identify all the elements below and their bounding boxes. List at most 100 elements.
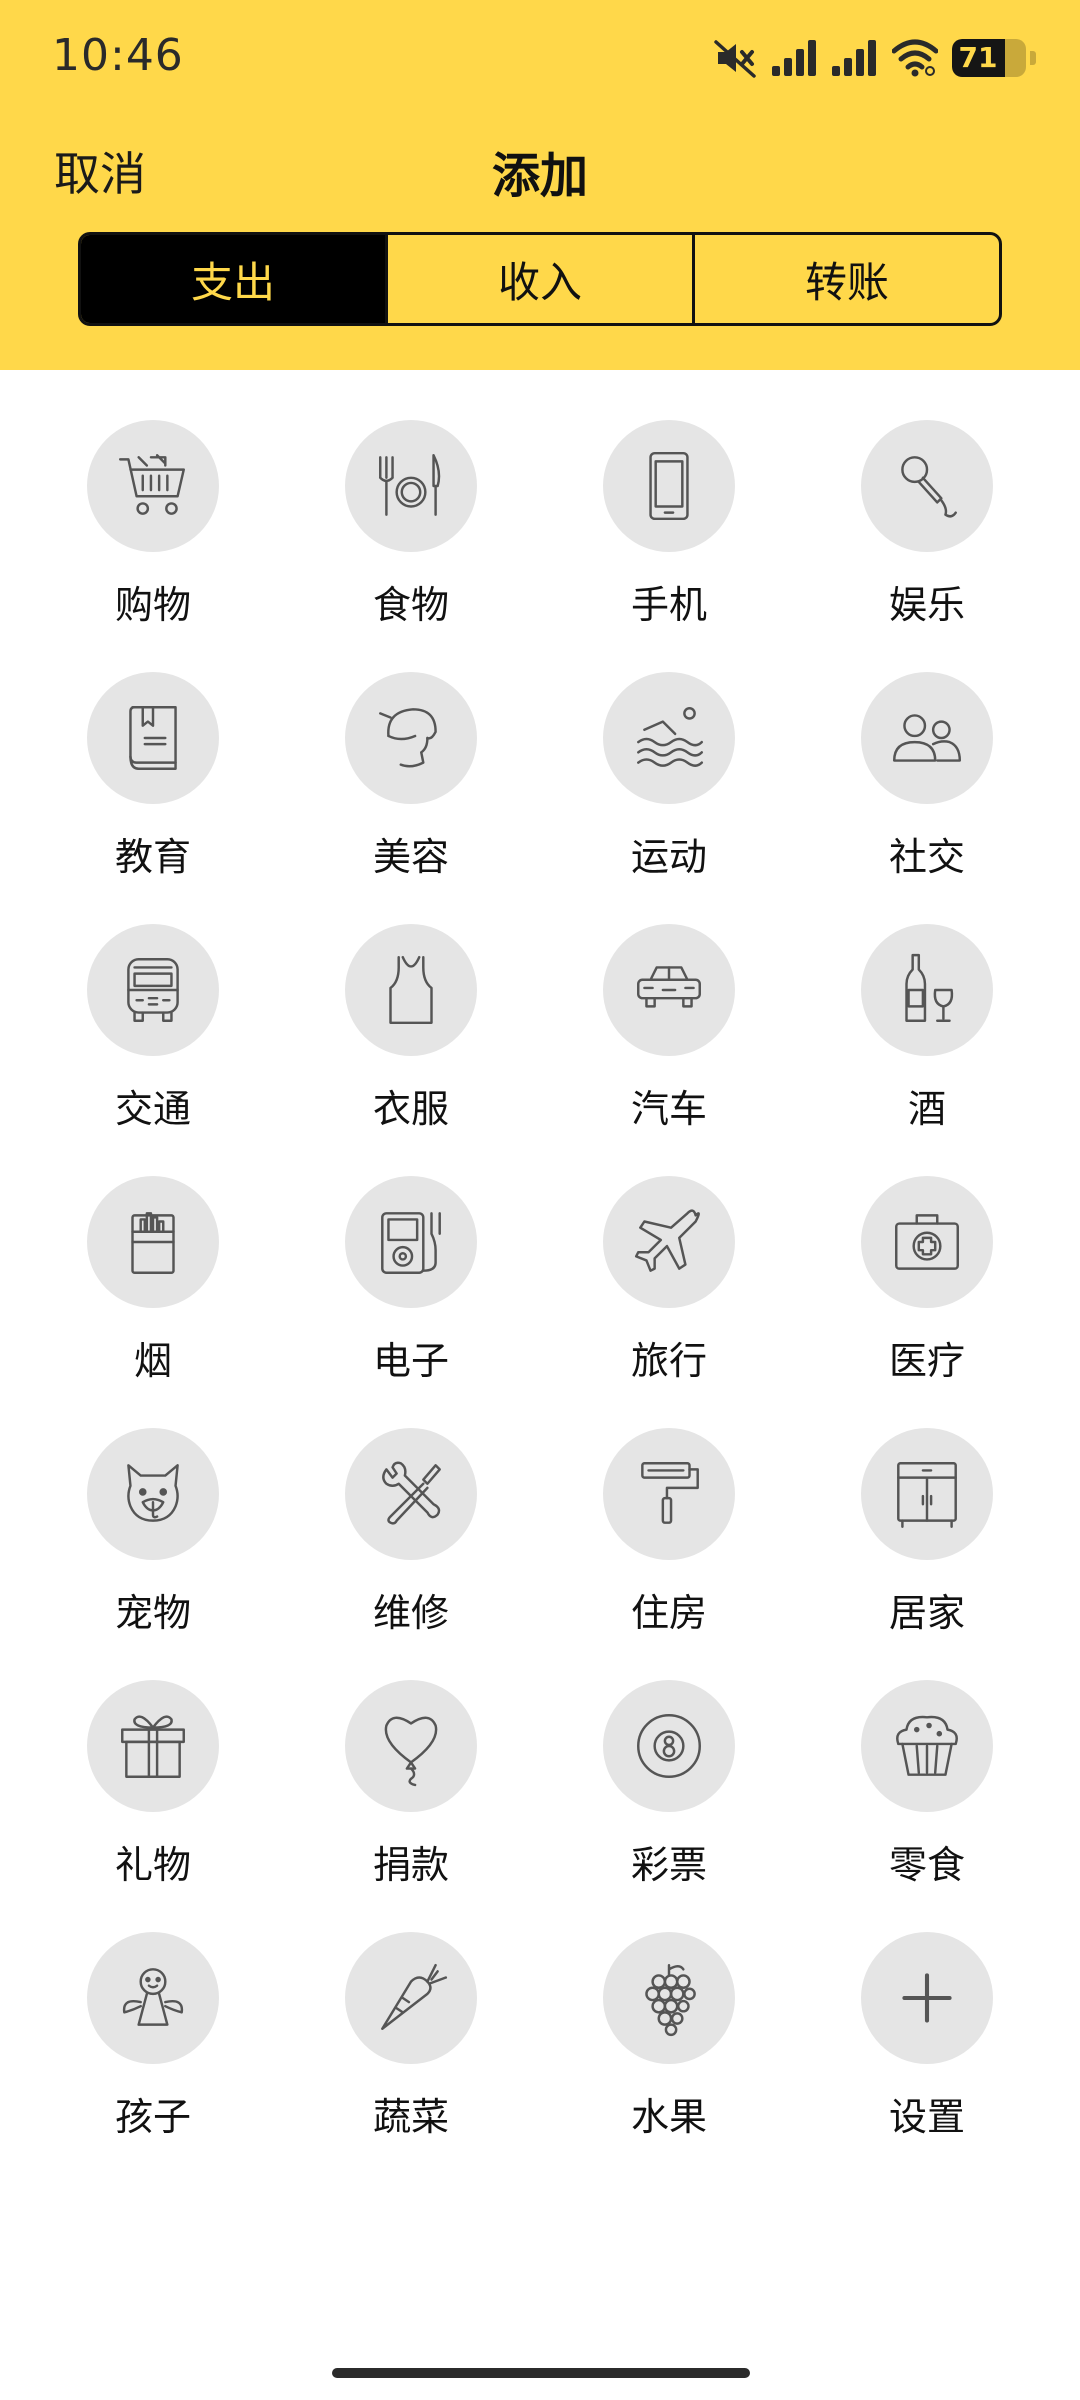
category-label: 美容 — [372, 835, 449, 879]
wine-icon — [886, 949, 968, 1031]
tab-income[interactable]: 收入 — [385, 235, 692, 323]
cabinet-icon — [886, 1453, 968, 1535]
music-player-icon — [370, 1201, 452, 1283]
category-label: 维修 — [372, 1591, 449, 1635]
category-label: 孩子 — [114, 2095, 191, 2139]
category-cigarettes[interactable]: 烟 — [24, 1176, 282, 1428]
category-label: 交通 — [114, 1087, 191, 1131]
category-fruit[interactable]: 水果 — [540, 1932, 798, 2184]
status-time: 10:46 — [52, 30, 184, 81]
category-label: 衣服 — [372, 1087, 449, 1131]
category-label: 娱乐 — [888, 583, 965, 627]
book-icon — [112, 697, 194, 779]
category-settings[interactable]: 设置 — [798, 1932, 1056, 2184]
beauty-head-icon — [370, 697, 452, 779]
category-label: 居家 — [888, 1591, 965, 1635]
category-travel[interactable]: 旅行 — [540, 1176, 798, 1428]
category-beauty[interactable]: 美容 — [282, 672, 540, 924]
gift-icon — [112, 1705, 194, 1787]
category-label: 水果 — [630, 2095, 707, 2139]
bus-icon — [112, 949, 194, 1031]
heart-balloon-icon — [370, 1705, 452, 1787]
tools-icon — [370, 1453, 452, 1535]
category-label: 电子 — [372, 1339, 449, 1383]
category-shopping[interactable]: 购物 — [24, 420, 282, 672]
category-grid: 购物 食物 手机 娱乐 教育 美容 运动 社交 交通 衣服 汽车 酒 烟 电子 … — [24, 420, 1056, 2184]
category-label: 设置 — [888, 2095, 965, 2139]
tab-expense[interactable]: 支出 — [81, 235, 385, 323]
microphone-icon — [886, 445, 968, 527]
mute-icon — [714, 38, 758, 78]
carrot-icon — [370, 1957, 452, 2039]
cancel-button[interactable]: 取消 — [54, 138, 146, 204]
category-label: 旅行 — [630, 1339, 707, 1383]
cigarette-pack-icon — [112, 1201, 194, 1283]
airplane-icon — [628, 1201, 710, 1283]
category-pets[interactable]: 宠物 — [24, 1428, 282, 1680]
category-snacks[interactable]: 零食 — [798, 1680, 1056, 1932]
category-label: 酒 — [907, 1087, 946, 1131]
category-label: 医疗 — [888, 1339, 965, 1383]
people-icon — [886, 697, 968, 779]
category-phone[interactable]: 手机 — [540, 420, 798, 672]
category-food[interactable]: 食物 — [282, 420, 540, 672]
tab-transfer[interactable]: 转账 — [692, 235, 999, 323]
category-label: 礼物 — [114, 1843, 191, 1887]
category-label: 蔬菜 — [372, 2095, 449, 2139]
battery-icon: 71 — [952, 39, 1026, 77]
type-segmented-control: 支出 收入 转账 — [78, 232, 1002, 326]
category-transport[interactable]: 交通 — [24, 924, 282, 1176]
plus-icon — [886, 1957, 968, 2039]
angel-child-icon — [112, 1957, 194, 2039]
category-label: 捐款 — [372, 1843, 449, 1887]
first-aid-kit-icon — [886, 1201, 968, 1283]
category-donation[interactable]: 捐款 — [282, 1680, 540, 1932]
category-liquor[interactable]: 酒 — [798, 924, 1056, 1176]
category-label: 食物 — [372, 583, 449, 627]
category-label: 教育 — [114, 835, 191, 879]
category-sports[interactable]: 运动 — [540, 672, 798, 924]
category-vegetables[interactable]: 蔬菜 — [282, 1932, 540, 2184]
category-clothes[interactable]: 衣服 — [282, 924, 540, 1176]
category-label: 购物 — [114, 583, 191, 627]
category-label: 彩票 — [630, 1843, 707, 1887]
category-housing[interactable]: 住房 — [540, 1428, 798, 1680]
category-electronics[interactable]: 电子 — [282, 1176, 540, 1428]
eight-ball-icon — [628, 1705, 710, 1787]
page-title: 添加 — [491, 148, 588, 204]
phone-icon — [628, 445, 710, 527]
category-gift[interactable]: 礼物 — [24, 1680, 282, 1932]
swimming-icon — [628, 697, 710, 779]
grapes-icon — [628, 1957, 710, 2039]
category-label: 运动 — [630, 835, 707, 879]
pet-icon — [112, 1453, 194, 1535]
category-label: 汽车 — [630, 1087, 707, 1131]
category-repair[interactable]: 维修 — [282, 1428, 540, 1680]
category-label: 烟 — [133, 1339, 172, 1383]
status-bar: 10:46 71 — [0, 0, 1080, 120]
paint-roller-icon — [628, 1453, 710, 1535]
muffin-icon — [886, 1705, 968, 1787]
home-indicator[interactable] — [332, 2368, 750, 2378]
category-social[interactable]: 社交 — [798, 672, 1056, 924]
category-entertainment[interactable]: 娱乐 — [798, 420, 1056, 672]
category-label: 宠物 — [114, 1591, 191, 1635]
category-label: 社交 — [888, 835, 965, 879]
category-education[interactable]: 教育 — [24, 672, 282, 924]
signal-icon — [832, 40, 878, 76]
signal-icon — [772, 40, 818, 76]
category-car[interactable]: 汽车 — [540, 924, 798, 1176]
shopping-cart-icon — [112, 445, 194, 527]
category-home[interactable]: 居家 — [798, 1428, 1056, 1680]
category-medical[interactable]: 医疗 — [798, 1176, 1056, 1428]
tank-top-icon — [370, 949, 452, 1031]
category-label: 手机 — [630, 583, 707, 627]
category-label: 零食 — [888, 1843, 965, 1887]
battery-tip — [1030, 51, 1036, 65]
category-children[interactable]: 孩子 — [24, 1932, 282, 2184]
category-lottery[interactable]: 彩票 — [540, 1680, 798, 1932]
status-icons: 71 — [714, 36, 1036, 80]
car-icon — [628, 949, 710, 1031]
category-label: 住房 — [630, 1591, 707, 1635]
wifi-icon — [892, 39, 938, 77]
